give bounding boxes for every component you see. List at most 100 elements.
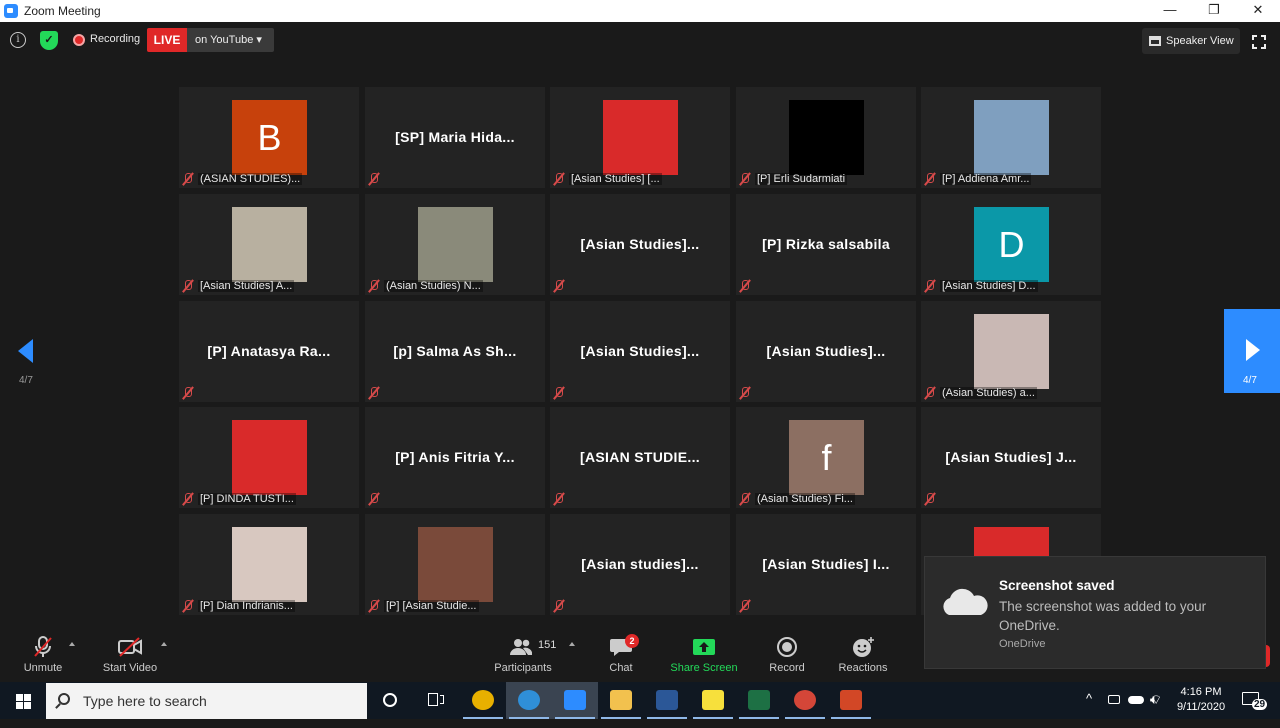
participant-avatar-letter: D: [974, 207, 1049, 282]
taskbar-search-box[interactable]: Type here to search: [46, 683, 367, 719]
volume-icon[interactable]: 🔈︎: [1150, 691, 1158, 728]
unmute-label: Unmute: [23, 662, 63, 674]
participant-footer: [Asian Studies] A...: [181, 278, 295, 293]
fullscreen-icon[interactable]: [1252, 35, 1266, 49]
taskbar-file-explorer-icon[interactable]: [598, 682, 644, 719]
participant-tile[interactable]: B (ASIAN STUDIES)...: [179, 87, 359, 188]
participant-name-label: [P] Addiena Amr...: [940, 172, 1032, 185]
participant-display-name: [Asian studies]...: [581, 556, 699, 572]
muted-mic-icon: [367, 172, 381, 186]
participant-display-name: [Asian Studies] J...: [945, 449, 1077, 465]
participant-footer: (Asian Studies) a...: [923, 385, 1037, 400]
participants-button[interactable]: 151 Participants: [490, 628, 556, 682]
reactions-button[interactable]: Reactions: [834, 628, 892, 682]
participant-tile[interactable]: [Asian Studies]...: [550, 301, 730, 402]
taskbar-chrome-2-icon[interactable]: [782, 682, 828, 719]
participant-tile[interactable]: (Asian Studies) a...: [921, 301, 1101, 402]
participant-display-name: [SP] Maria Hida...: [395, 129, 515, 145]
info-icon[interactable]: i: [10, 32, 26, 48]
participant-avatar-letter: B: [232, 100, 307, 175]
participant-tile[interactable]: [P] Erli Sudarmiati: [736, 87, 916, 188]
next-page-button[interactable]: 4/7: [1224, 309, 1280, 393]
participant-tile[interactable]: [Asian studies]...: [550, 514, 730, 615]
stream-dropdown[interactable]: on YouTube ▾: [187, 28, 274, 52]
taskbar-edge-icon[interactable]: [506, 682, 552, 719]
participant-tile[interactable]: [P] Rizka salsabila: [736, 194, 916, 295]
participant-footer: [Asian Studies] D...: [923, 278, 1038, 293]
participant-tile[interactable]: D [Asian Studies] D...: [921, 194, 1101, 295]
taskbar-chrome-icon[interactable]: [460, 682, 506, 719]
share-screen-button[interactable]: Share Screen: [668, 628, 740, 682]
search-icon: [58, 693, 70, 705]
participant-tile[interactable]: [P] [Asian Studie...: [365, 514, 545, 615]
unmute-button[interactable]: Unmute: [14, 628, 72, 682]
muted-mic-icon: [738, 492, 752, 506]
screenshot-saved-notification[interactable]: Screenshot saved The screenshot was adde…: [924, 556, 1266, 669]
shield-icon[interactable]: ✓: [40, 31, 58, 50]
muted-mic-icon: [923, 172, 937, 186]
audio-options-caret-icon[interactable]: [69, 642, 75, 646]
participant-tile[interactable]: [P] Dian Indrianis...: [179, 514, 359, 615]
participant-tile[interactable]: [Asian Studies] [...: [550, 87, 730, 188]
muted-mic-icon: [367, 599, 381, 613]
taskbar-clock[interactable]: 4:16 PM 9/11/2020: [1170, 685, 1232, 715]
record-button[interactable]: Record: [764, 628, 810, 682]
taskbar-powerpoint-icon[interactable]: [828, 682, 874, 719]
participants-caret-icon[interactable]: [569, 642, 575, 646]
participant-footer: [738, 278, 752, 293]
recording-label[interactable]: Recording: [90, 33, 140, 45]
close-button[interactable]: ✕: [1236, 0, 1280, 22]
participant-tile[interactable]: [Asian Studies]...: [736, 301, 916, 402]
live-badge[interactable]: LIVE: [147, 28, 187, 52]
chrome-logo: [472, 690, 494, 710]
minimize-button[interactable]: —: [1148, 0, 1192, 22]
muted-mic-icon: [923, 492, 937, 506]
participant-tile[interactable]: [P] Anatasya Ra...: [179, 301, 359, 402]
speaker-view-button[interactable]: Speaker View: [1142, 28, 1240, 54]
action-center-button[interactable]: 29: [1238, 682, 1278, 719]
participant-tile[interactable]: [Asian Studies] J...: [921, 407, 1101, 508]
notification-source: OneDrive: [999, 638, 1046, 650]
participant-tile[interactable]: [P] Addiena Amr...: [921, 87, 1101, 188]
show-hidden-icons-chevron-icon[interactable]: ^: [1086, 691, 1092, 706]
participant-tile[interactable]: [SP] Maria Hida...: [365, 87, 545, 188]
participant-display-name: [Asian Studies]...: [580, 343, 700, 359]
taskbar-sticky-notes-icon[interactable]: [690, 682, 736, 719]
participant-name-label: [P] [Asian Studie...: [384, 599, 479, 612]
participant-tile[interactable]: [P] Anis Fitria Y...: [365, 407, 545, 508]
power-icon[interactable]: [1108, 695, 1120, 704]
participant-tile[interactable]: [P] DINDA TUSTI...: [179, 407, 359, 508]
muted-mic-icon: [552, 386, 566, 400]
cortana-icon[interactable]: [367, 682, 413, 719]
taskbar-zoom-icon[interactable]: [552, 682, 598, 719]
powerpoint-logo: [840, 690, 862, 710]
participant-display-name: [Asian Studies]...: [580, 236, 700, 252]
participant-tile[interactable]: (Asian Studies) N...: [365, 194, 545, 295]
onedrive-tray-icon[interactable]: [1128, 696, 1144, 704]
participant-tile[interactable]: [Asian Studies] A...: [179, 194, 359, 295]
participant-tile[interactable]: [Asian Studies] I...: [736, 514, 916, 615]
chat-label: Chat: [609, 662, 633, 674]
start-video-button[interactable]: Start Video: [96, 628, 164, 682]
participant-photo: [232, 420, 307, 495]
muted-mic-icon: [367, 279, 381, 293]
windows-start-icon[interactable]: [0, 682, 46, 719]
muted-mic-icon: [181, 279, 195, 293]
participant-tile[interactable]: [ASIAN STUDIE...: [550, 407, 730, 508]
muted-mic-icon: [367, 386, 381, 400]
taskbar-excel-icon[interactable]: [736, 682, 782, 719]
participants-count: 151: [538, 639, 557, 651]
taskbar-word-icon[interactable]: [644, 682, 690, 719]
muted-mic-icon: [738, 386, 752, 400]
task-view-icon[interactable]: [413, 682, 459, 719]
participant-tile[interactable]: [p] Salma As Sh...: [365, 301, 545, 402]
maximize-button[interactable]: ❐: [1192, 0, 1236, 22]
participant-tile[interactable]: [Asian Studies]...: [550, 194, 730, 295]
participant-tile[interactable]: f (Asian Studies) Fi...: [736, 407, 916, 508]
participant-name-label: (ASIAN STUDIES)...: [198, 172, 303, 185]
excel-logo: [748, 690, 770, 710]
participant-footer: [181, 385, 195, 400]
video-options-caret-icon[interactable]: [161, 642, 167, 646]
muted-mic-icon: [552, 599, 566, 613]
prev-page-arrow-icon[interactable]: [18, 339, 33, 363]
